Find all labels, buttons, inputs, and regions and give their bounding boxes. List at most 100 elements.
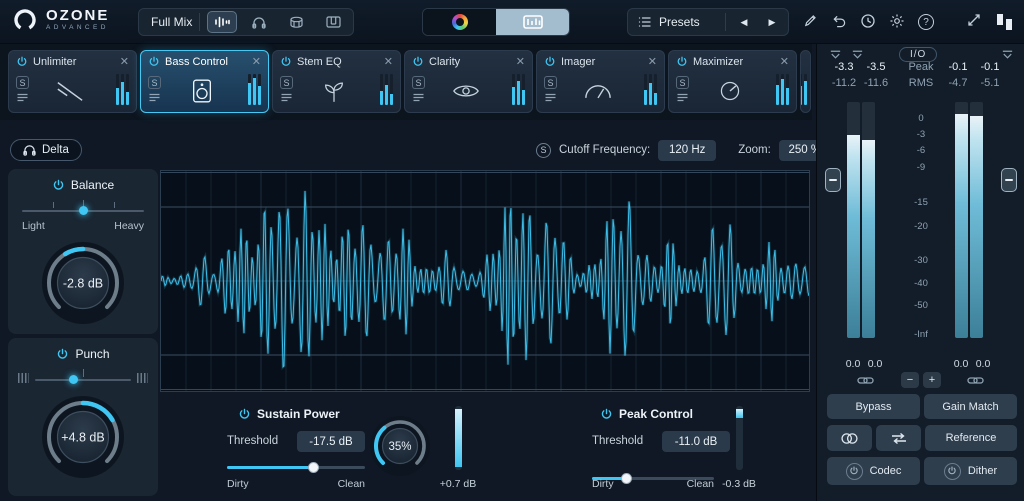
input-meter-right (862, 102, 875, 338)
mix-target-label[interactable]: Full Mix (151, 15, 192, 29)
solo-button[interactable]: S (280, 76, 293, 89)
power-icon[interactable] (280, 56, 292, 68)
sustain-max-label: Clean (338, 478, 365, 490)
solo-button[interactable]: S (676, 76, 689, 89)
signal-flow-button[interactable] (966, 13, 982, 31)
full-mix-target-button[interactable] (207, 11, 237, 33)
headphones-icon (23, 144, 36, 156)
undo-button[interactable] (831, 13, 847, 31)
keys-target-button[interactable] (318, 11, 348, 33)
edit-button[interactable] (803, 13, 818, 31)
preset-next-button[interactable]: ▶ (762, 12, 782, 32)
punch-slider-handle[interactable] (69, 375, 78, 384)
solo-button[interactable]: S (16, 76, 29, 89)
module-presets-icon[interactable] (545, 93, 556, 102)
cutoff-label: Cutoff Frequency: (559, 144, 650, 156)
balance-knob[interactable]: -2.8 dB (39, 239, 127, 327)
presets-label[interactable]: Presets (659, 15, 700, 29)
bypass-button[interactable]: Bypass (827, 394, 920, 419)
solo-button[interactable]: S (148, 76, 161, 89)
close-icon[interactable]: ✕ (648, 57, 657, 68)
power-icon[interactable] (544, 56, 556, 68)
io-section-toggle[interactable]: I/O (899, 47, 937, 62)
module-card-unlimiter[interactable]: Unlimiter ✕ S (8, 50, 137, 113)
module-presets-icon[interactable] (281, 93, 292, 102)
collapse-chevron-icon[interactable] (829, 50, 842, 60)
speaker-glyph-icon (177, 74, 227, 108)
solo-button[interactable]: S (544, 76, 557, 89)
close-icon[interactable]: ✕ (780, 57, 789, 68)
history-button[interactable] (860, 13, 876, 32)
channel-swap-button[interactable] (876, 425, 921, 451)
top-toolbar: OZONE ADVANCED Full Mix (0, 0, 1024, 44)
dither-power-icon[interactable] (944, 463, 961, 480)
input-gain-fader[interactable] (825, 168, 841, 192)
decrement-gain-button[interactable]: − (901, 372, 919, 388)
close-icon[interactable]: ✕ (516, 57, 525, 68)
module-presets-icon[interactable] (149, 93, 160, 102)
preset-prev-button[interactable]: ◀ (734, 12, 754, 32)
power-icon[interactable] (56, 348, 69, 361)
sustain-amount-value: 35% (388, 441, 411, 453)
gain-match-button[interactable]: Gain Match (924, 394, 1017, 419)
output-link-icon[interactable] (965, 375, 985, 386)
module-card-partial[interactable] (800, 50, 811, 113)
power-icon[interactable] (676, 56, 688, 68)
codec-power-icon[interactable] (846, 463, 863, 480)
delta-button[interactable]: Delta (10, 139, 82, 161)
close-icon[interactable]: ✕ (384, 57, 393, 68)
stereo-mode-button[interactable] (827, 425, 872, 451)
solo-button[interactable]: S (412, 76, 425, 89)
tonal-balance-view-button[interactable] (423, 9, 496, 35)
waveform-display[interactable] (160, 170, 810, 392)
sustain-threshold-field[interactable]: -17.5 dB (297, 431, 365, 452)
power-icon[interactable] (52, 179, 65, 192)
sustain-mix-slider-handle[interactable] (308, 462, 319, 473)
close-icon[interactable]: ✕ (252, 57, 261, 68)
increment-gain-button[interactable]: + (923, 372, 941, 388)
piano-keys-icon (326, 16, 341, 28)
help-button[interactable]: ? (918, 14, 934, 30)
ozone-logo: OZONE ADVANCED (12, 7, 109, 33)
module-card-stem-eq[interactable]: Stem EQ ✕ S (272, 50, 401, 113)
power-icon[interactable] (148, 56, 160, 68)
balance-slider[interactable] (22, 201, 144, 217)
punch-knob[interactable]: +4.8 dB (39, 393, 127, 481)
close-icon[interactable]: ✕ (120, 57, 129, 68)
module-card-maximizer[interactable]: Maximizer ✕ S (668, 50, 797, 113)
headphones-icon (252, 16, 266, 29)
vocals-target-button[interactable] (244, 11, 274, 33)
peak-threshold-field[interactable]: -11.0 dB (662, 431, 730, 452)
module-card-imager[interactable]: Imager ✕ S (536, 50, 665, 113)
module-presets-icon[interactable] (413, 93, 424, 102)
dither-button[interactable]: Dither (924, 457, 1017, 485)
collapse-chevron-icon[interactable] (851, 50, 864, 60)
module-title: Clarity (429, 56, 511, 68)
power-icon[interactable] (238, 408, 251, 421)
power-icon[interactable] (412, 56, 424, 68)
module-card-clarity[interactable]: Clarity ✕ S (404, 50, 533, 113)
punch-slider[interactable] (35, 370, 131, 386)
module-chain: Unlimiter ✕ S Bass Control ✕ S (0, 44, 812, 120)
power-icon[interactable] (600, 408, 613, 421)
power-icon[interactable] (16, 56, 28, 68)
sustain-amount-knob[interactable]: 35% (368, 414, 432, 478)
cutoff-frequency-field[interactable]: 120 Hz (658, 140, 716, 161)
input-link-icon[interactable] (855, 375, 875, 386)
module-card-bass-control[interactable]: Bass Control ✕ S (140, 50, 269, 113)
collapse-chevron-icon[interactable] (1001, 50, 1014, 60)
codec-button[interactable]: Codec (827, 457, 920, 485)
meter-bridge-view-button[interactable] (496, 9, 569, 35)
reference-button[interactable]: Reference (925, 425, 1017, 451)
drums-target-button[interactable] (281, 11, 311, 33)
settings-button[interactable] (889, 13, 905, 32)
scale-label: -20 (901, 221, 941, 232)
output-gain-fader[interactable] (1001, 168, 1017, 192)
balance-slider-handle[interactable] (79, 206, 88, 215)
scale-label: -6 (901, 145, 941, 156)
cutoff-solo-button[interactable]: S (536, 143, 551, 158)
module-presets-icon[interactable] (17, 93, 28, 102)
module-presets-icon[interactable] (677, 93, 688, 102)
input-peak-left: -3.3 (829, 61, 859, 73)
sustain-mix-slider[interactable] (227, 462, 365, 473)
